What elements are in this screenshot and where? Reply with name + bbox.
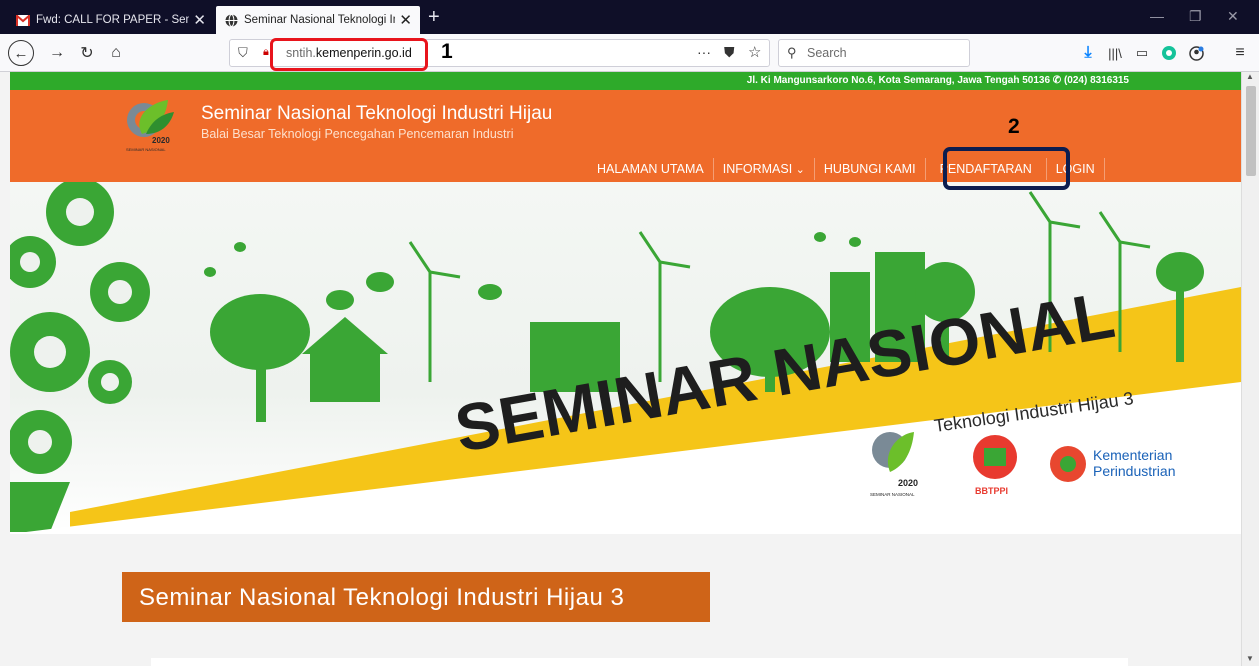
gear-cluster-icon xyxy=(10,182,150,532)
annotation-box-register xyxy=(943,147,1070,190)
gmail-icon xyxy=(16,13,30,27)
menu-item-info-label: INFORMASI xyxy=(722,162,793,176)
ministry-line1: Kementerian xyxy=(1093,447,1172,463)
menu-item-home[interactable]: HALAMAN UTAMA xyxy=(588,158,714,180)
sidebar-icon[interactable]: ▭ xyxy=(1131,42,1153,64)
browser-tab-bar: Fwd: CALL FOR PAPER - Semin ✕ Seminar Na… xyxy=(0,0,1259,34)
annotation-number-1: 1 xyxy=(441,40,453,63)
annotation-number-2: 2 xyxy=(1008,115,1020,138)
reload-icon[interactable]: ↻ xyxy=(76,42,98,64)
site-subtitle: Balai Besar Teknologi Pencegahan Pencema… xyxy=(201,127,514,141)
scroll-up-icon[interactable]: ▲ xyxy=(1246,72,1254,81)
tab-seminar[interactable]: Seminar Nasional Teknologi Ind ✕ xyxy=(216,6,420,34)
bbtppi-label: BBTPPI xyxy=(975,486,1008,496)
new-tab-button[interactable]: + xyxy=(428,6,440,28)
page-scrollbar[interactable]: ▲ ▼ xyxy=(1241,72,1259,666)
forward-icon[interactable]: → xyxy=(46,42,68,64)
globe-icon xyxy=(224,13,238,27)
hamburger-menu-icon[interactable]: ≡ xyxy=(1229,42,1251,64)
kemenperin-logo: Kementerian Perindustrian xyxy=(1050,446,1176,482)
close-tab-icon[interactable]: ✕ xyxy=(399,11,412,29)
back-icon[interactable]: ← xyxy=(8,40,34,66)
scrollbar-thumb[interactable] xyxy=(1246,86,1256,176)
library-icon[interactable]: |||\ xyxy=(1104,42,1126,64)
main-content: Seminar Nasional Teknologi Industri Hija… xyxy=(10,534,1241,666)
pocket-icon[interactable]: ⛊ xyxy=(724,44,735,61)
search-icon: ⚲ xyxy=(787,45,797,60)
hero-banner: SEMINAR NASIONAL Teknologi Industri Hija… xyxy=(10,182,1241,534)
tab-title: Seminar Nasional Teknologi Ind xyxy=(244,14,396,26)
search-placeholder: Search xyxy=(807,46,847,60)
address-strip: Jl. Ki Mangunsarkoro No.6, Kota Semarang… xyxy=(10,72,1241,90)
insecure-lock-icon[interactable]: 🔒︎ xyxy=(263,46,269,59)
site-title[interactable]: Seminar Nasional Teknologi Industri Hija… xyxy=(201,103,552,125)
logo-caption: SEMINAR NASIONAL xyxy=(126,147,166,152)
banner-logo-year: 2020 xyxy=(898,478,918,488)
minimize-icon[interactable]: — xyxy=(1150,8,1164,24)
annotation-box-url xyxy=(270,38,428,71)
tab-title: Fwd: CALL FOR PAPER - Semin xyxy=(36,14,190,26)
extension-account-icon[interactable] xyxy=(1185,42,1207,64)
home-icon[interactable]: ⌂ xyxy=(105,42,127,64)
downloads-icon[interactable]: ⤓ xyxy=(1077,42,1099,64)
menu-item-info[interactable]: INFORMASI ⌄ xyxy=(714,158,815,180)
ministry-line2: Perindustrian xyxy=(1093,463,1176,479)
page-actions-icon[interactable]: ··· xyxy=(697,44,711,60)
bookmark-star-icon[interactable]: ☆ xyxy=(748,43,761,61)
extension-green-icon[interactable] xyxy=(1158,42,1180,64)
shield-icon[interactable]: ⛉ xyxy=(238,45,248,61)
banner-logo-caption: SEMINAR NASIONAL xyxy=(870,492,915,497)
close-window-icon[interactable]: ✕ xyxy=(1227,8,1239,25)
banner-illustration: SEMINAR NASIONAL Teknologi Industri Hija… xyxy=(10,182,1241,534)
close-tab-icon[interactable]: ✕ xyxy=(193,11,206,29)
search-input[interactable]: ⚲ Search xyxy=(778,39,970,67)
tab-gmail[interactable]: Fwd: CALL FOR PAPER - Semin ✕ xyxy=(8,6,214,34)
browser-toolbar: ← → ↻ ⌂ ⛉ 🔒︎ sntih.kemenperin.go.id ··· … xyxy=(0,34,1259,72)
menu-item-contact[interactable]: HUBUNGI KAMI xyxy=(815,158,926,180)
content-heading: Seminar Nasional Teknologi Industri Hija… xyxy=(122,572,710,622)
restore-icon[interactable]: ❐ xyxy=(1189,8,1202,25)
content-card xyxy=(151,658,1128,666)
logo-year: 2020 xyxy=(152,136,170,145)
scroll-down-icon[interactable]: ▼ xyxy=(1246,654,1254,663)
chevron-down-icon: ⌄ xyxy=(795,164,805,176)
site-logo[interactable]: 2020 SEMINAR NASIONAL xyxy=(122,96,178,156)
